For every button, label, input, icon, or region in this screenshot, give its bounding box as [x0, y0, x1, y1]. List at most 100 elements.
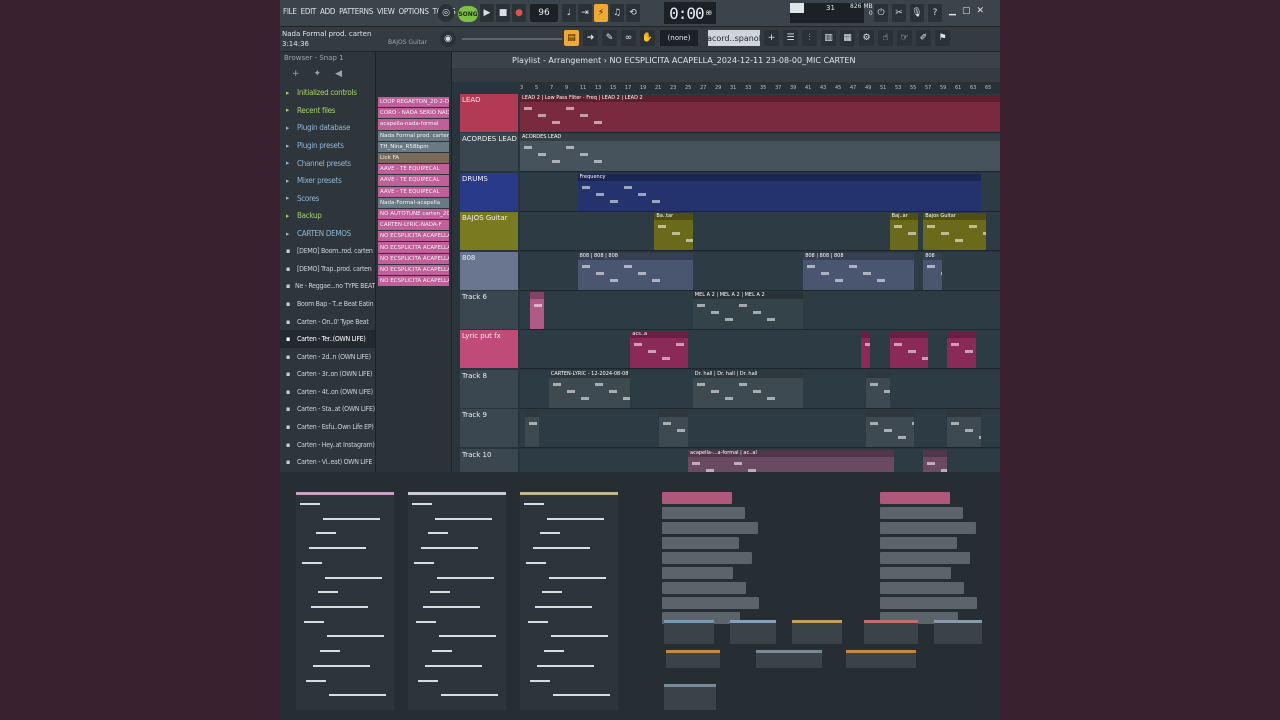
loop-record-icon[interactable]: ⟲ — [626, 4, 640, 22]
record-button[interactable]: ● — [512, 4, 526, 22]
channel-button[interactable]: CARTEN-LYRIC-NADA-F — [378, 220, 449, 231]
browser-item[interactable]: ▪ Carten - On..0' Type Beat — [280, 313, 375, 331]
pattern-clip[interactable] — [947, 331, 976, 369]
arrow-right-icon[interactable]: ➜ — [583, 30, 598, 46]
tempo-display[interactable]: 96 — [530, 4, 558, 22]
pattern-clip[interactable] — [860, 331, 871, 369]
menu-item-patterns[interactable]: PATTERNS — [339, 7, 373, 16]
browser-item[interactable]: ▸ Plugin presets — [280, 137, 375, 155]
menu-item-file[interactable]: FILE — [283, 7, 297, 16]
channel-button[interactable]: NO ECSPLICITA ACAPELLA_20 — [378, 253, 449, 264]
pattern-clip[interactable]: Ba..tar — [654, 213, 693, 251]
track-header[interactable]: LEAD — [460, 94, 518, 132]
tempo-tapper-icon[interactable]: ☝ — [878, 30, 893, 46]
channel-button[interactable]: NO ECSPLICITA ACAPELLA_20 — [378, 276, 449, 287]
menu-item-view[interactable]: VIEW — [377, 7, 395, 16]
channel-button[interactable]: CORO - NADA SERIO NADA F — [378, 108, 449, 119]
browser-item[interactable]: ▪ Carten - 3r..on (OWN LIFE) — [280, 366, 375, 384]
browser-item[interactable]: ▪ [DEMO] Boom..rod. carten — [280, 242, 375, 260]
pattern-clip[interactable]: Frequency — [577, 173, 981, 211]
browser-item[interactable]: ▪ Carten - Sta..at (OWN LIFE) — [280, 401, 375, 419]
pattern-song-toggle-icon[interactable]: ◎ — [438, 4, 454, 22]
browser-icon[interactable]: ▦ — [840, 30, 855, 46]
browser-item[interactable]: ▸ Plugin database — [280, 119, 375, 137]
track-lane[interactable] — [520, 330, 1000, 370]
pattern-clip[interactable] — [947, 410, 981, 448]
master-pitch-slider[interactable] — [462, 38, 562, 40]
wait-input-icon[interactable]: ⇥ — [578, 4, 592, 22]
track-header[interactable]: Track 9 — [460, 409, 518, 448]
browser-item[interactable]: ▪ Carten - 2d..n (OWN LIFE) — [280, 348, 375, 366]
metronome-icon[interactable]: ♩ — [562, 4, 576, 22]
channel-button[interactable]: NO ECSPLICITA ACAPELLA_20 — [378, 231, 449, 242]
channel-button[interactable]: NO ECSPLICITA ACAPELLA_20 — [378, 242, 449, 253]
browser-item[interactable]: ▸ Channel presets — [280, 154, 375, 172]
hand-icon[interactable]: ✋ — [640, 30, 655, 46]
track-header[interactable]: Lyric put fx — [460, 330, 518, 369]
pattern-clip[interactable] — [524, 410, 540, 448]
track-header[interactable]: Track 8 — [460, 369, 518, 408]
browser-item[interactable]: ▸ Recent files — [280, 102, 375, 120]
piano-roll-icon[interactable]: ▥ — [821, 30, 836, 46]
pattern-clip[interactable]: CARTEN-LYRIC - 12-2024-08-08 — [548, 370, 631, 408]
pattern-clip[interactable]: ACORDES LEAD — [520, 134, 1000, 172]
tools-icon[interactable]: ✂ — [892, 4, 906, 22]
track-lane[interactable] — [520, 409, 1000, 449]
channel-button[interactable]: AAVE - TE EQUIPECAL — [378, 186, 449, 197]
browser-item[interactable]: ▸ Scores — [280, 190, 375, 208]
plugin-icon[interactable]: ⚙ — [859, 30, 874, 46]
track-header[interactable]: BAJOS Guitar — [460, 212, 518, 251]
collapse-icon[interactable]: ✦ — [314, 69, 322, 81]
channel-button[interactable]: LOOP REGAETON_2D 2-D2 — [378, 97, 449, 108]
pattern-clip[interactable]: Baj..ar — [889, 213, 919, 251]
browser-item[interactable]: ▪ Carten - Esfu..Own Life EP) — [280, 418, 375, 436]
pattern-clip[interactable] — [889, 331, 928, 369]
browser-item[interactable]: ▪ Carten - Ter..(OWN LIFE) — [280, 330, 375, 348]
track-header[interactable]: DRUMS — [460, 172, 518, 211]
track-header[interactable]: 808 — [460, 251, 518, 290]
cart-icon[interactable]: ⚑ — [935, 30, 950, 46]
edit-icon[interactable]: ✐ — [916, 30, 931, 46]
channel-button[interactable]: AAVE - TE EQUIPECAL — [378, 164, 449, 175]
channel-rack-icon[interactable]: ☰ — [783, 30, 798, 46]
close-icon[interactable]: ✕ — [976, 6, 984, 16]
pattern-clip[interactable] — [659, 410, 688, 448]
pattern-clip[interactable] — [865, 370, 890, 408]
browser-item[interactable]: ▪ [DEMO] Trap..prod. carten — [280, 260, 375, 278]
track-header[interactable]: Track 6 — [460, 291, 518, 329]
power-icon[interactable]: ⏻ — [874, 4, 888, 22]
browser-item[interactable]: ▸ CARTEN DEMOS — [280, 225, 375, 243]
browser-item[interactable]: ▸ Initialized controls — [280, 84, 375, 102]
channel-button[interactable]: Nada-Formal-acapella — [378, 197, 449, 208]
mic-icon[interactable]: 🎙 — [910, 4, 924, 22]
pattern-clip[interactable]: Bajos Guitar — [923, 213, 986, 251]
channel-button[interactable]: NO ECSPLICITA ACAPELLA_20 — [378, 264, 449, 275]
timeline-ruler[interactable]: 3 5 7 9 11 13 15 17 19 21 23 25 27 29 31 33 35 37 39 41 43 45… — [520, 82, 1000, 94]
browser-item[interactable]: ▸ Mixer presets — [280, 172, 375, 190]
link-icon[interactable]: ∞ — [621, 30, 636, 46]
browser-item[interactable]: ▪ Carten - Vi..eat) OWN LIFE — [280, 453, 375, 471]
play-button[interactable]: ▶ — [480, 4, 494, 22]
channel-button[interactable]: Nada Formal prod. carten — [378, 130, 449, 141]
menu-item-add[interactable]: ADD — [320, 7, 335, 16]
channel-button[interactable]: acapella-nada-formal — [378, 119, 449, 130]
channel-button[interactable]: Lick FA — [378, 152, 449, 164]
menu-item-edit[interactable]: EDIT — [301, 7, 317, 16]
mixer-icon[interactable]: ⫶ — [802, 30, 817, 46]
browser-item[interactable]: ▪ Carten - Hey..at Instagram) — [280, 436, 375, 454]
snap-selector[interactable]: (none) — [660, 30, 698, 46]
pattern-clip[interactable]: 808 — [923, 252, 943, 290]
browser-item[interactable]: ▪ Boom Bap - T..e Beat Eatin — [280, 295, 375, 313]
pattern-clip[interactable] — [865, 410, 914, 448]
channel-button[interactable]: AAVE - TE EQUIPECAL — [378, 175, 449, 186]
browser-item[interactable]: ▸ Backup — [280, 207, 375, 225]
pencil-icon[interactable]: ✎ — [602, 30, 617, 46]
countdown-icon[interactable]: ⚡ — [594, 4, 608, 22]
pattern-clip[interactable]: 808 | 808 | 808 — [577, 252, 693, 290]
browser-item[interactable]: ▪ Carten - 4t..on (OWN LIFE) — [280, 383, 375, 401]
plus-icon[interactable]: + — [764, 30, 779, 46]
channel-button[interactable]: NO AUTOTUNE carten_2024 — [378, 208, 449, 220]
stop-button[interactable]: ■ — [496, 4, 510, 22]
pattern-clip[interactable]: MEL A 2 | MEL A 2 | MEL A 2 — [692, 292, 804, 329]
song-mode-badge[interactable]: SONG — [458, 6, 478, 22]
